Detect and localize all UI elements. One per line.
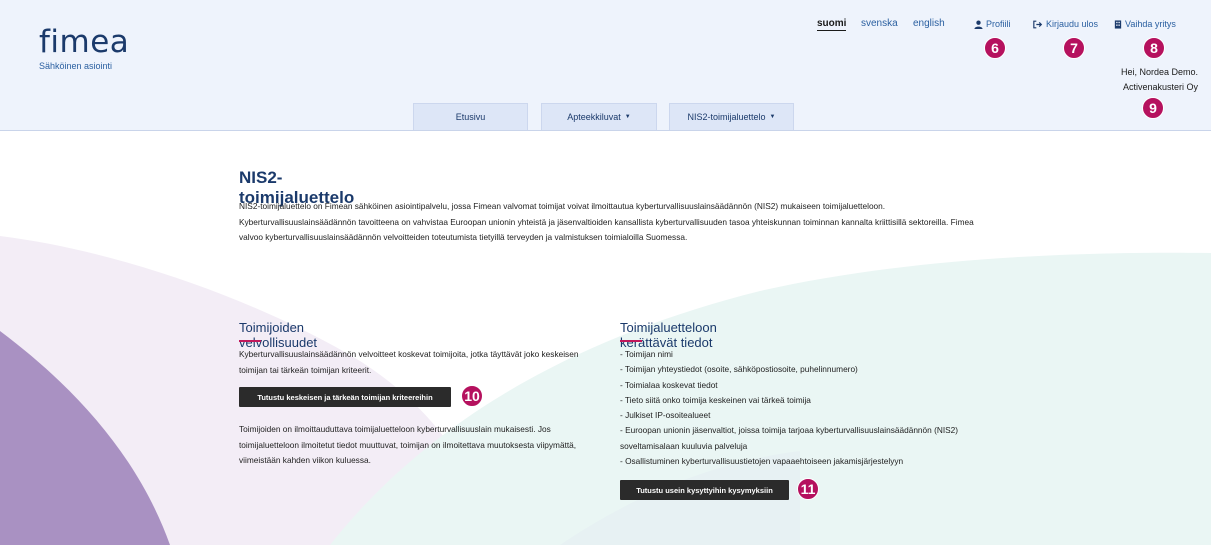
- caret-down-icon: ▼: [769, 114, 776, 120]
- logout-label: Kirjaudu ulos: [1046, 19, 1099, 29]
- tab-nis2-toimijaluettelo[interactable]: NIS2-toimijaluettelo ▼: [669, 103, 794, 130]
- section-title-underline: [239, 340, 261, 342]
- annotation-badge: 6: [984, 37, 1006, 59]
- tab-etusivu[interactable]: Etusivu: [413, 103, 528, 130]
- tab-label: Etusivu: [455, 112, 486, 122]
- lang-suomi[interactable]: suomi: [817, 18, 847, 31]
- left-section-paragraph: Kyberturvallisuuslainsäädännön velvoitte…: [239, 349, 579, 375]
- annotation-badge: 7: [1063, 37, 1085, 59]
- building-icon: [1114, 19, 1122, 29]
- annotation-badge: 9: [1142, 97, 1164, 119]
- list-item: - Julkiset IP-osoitealueet: [620, 410, 711, 421]
- tab-apteekkiluvat[interactable]: Apteekkiluvat ▼: [541, 103, 657, 130]
- switch-company-label: Vaihda yritys: [1125, 19, 1176, 29]
- fimea-logo[interactable]: fimea: [39, 24, 129, 60]
- list-item: - Tieto siitä onko toimija keskeinen vai…: [620, 394, 811, 405]
- sign-out-icon: [1033, 20, 1043, 28]
- site-header: fimea Sähköinen asiointi suomi svenska e…: [0, 0, 1211, 131]
- left-section-paragraph: Toimijoiden on ilmoittauduttava toimijal…: [239, 424, 577, 466]
- annotation-badge: 11: [797, 478, 819, 500]
- list-item: - Toimijan nimi: [620, 349, 673, 359]
- profile-label: Profiili: [986, 19, 1011, 29]
- list-item: - Osallistuminen kyberturvallisuustietoj…: [620, 456, 904, 467]
- annotation-badge: 8: [1143, 37, 1165, 59]
- background-decoration: [0, 236, 1211, 545]
- tab-label: NIS2-toimijaluettelo: [687, 112, 766, 122]
- tab-label: Apteekkiluvat: [567, 112, 621, 122]
- lang-english[interactable]: english: [913, 18, 945, 29]
- intro-paragraph: NIS2-toimijaluettelo on Fimean sähköinen…: [239, 201, 974, 243]
- annotation-badge: 10: [461, 385, 483, 407]
- faq-button[interactable]: Tutustu usein kysyttyihin kysymyksiin: [620, 480, 789, 500]
- section-title-underline: [620, 340, 642, 342]
- collected-info-list: - Toimijan nimi - Toimijan yhteystiedot …: [620, 347, 1000, 469]
- lang-svenska[interactable]: svenska: [861, 18, 898, 29]
- left-section-title: Toimijoiden velvollisuudet: [239, 320, 318, 350]
- list-item: - Euroopan unionin jäsenvaltiot, joissa …: [620, 425, 959, 451]
- right-section-title: Toimijaluetteloon kerättävät tiedot: [620, 320, 717, 350]
- list-item: - Toimialaa koskevat tiedot: [620, 379, 718, 390]
- greeting-text: Hei, Nordea Demo.: [1120, 67, 1198, 77]
- logout-link[interactable]: Kirjaudu ulos: [1033, 19, 1098, 29]
- switch-company-link[interactable]: Vaihda yritys: [1114, 19, 1176, 29]
- company-name: Activenakusteri Oy: [1122, 82, 1198, 92]
- profile-link[interactable]: Profiili: [974, 19, 1011, 29]
- criteria-button[interactable]: Tutustu keskeisen ja tärkeän toimijan kr…: [239, 387, 451, 407]
- caret-down-icon: ▼: [624, 114, 631, 120]
- list-item: - Toimijan yhteystiedot (osoite, sähköpo…: [620, 364, 858, 375]
- logo-subtitle: Sähköinen asiointi: [39, 61, 113, 71]
- user-icon: [974, 20, 983, 29]
